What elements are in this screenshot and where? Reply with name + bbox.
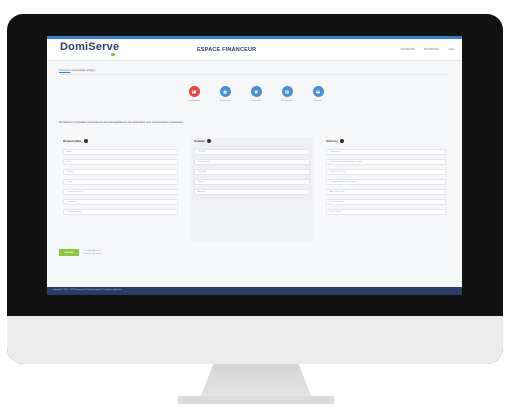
field-placeholder: Téléphone* — [67, 201, 77, 203]
order-steps: Coordonnées Bénéficiaire Commande Récapi… — [184, 86, 328, 102]
step-paiement[interactable]: Paiement — [308, 86, 328, 102]
panel-title-text: Société — [194, 139, 205, 143]
step-commande[interactable]: Commande — [246, 86, 266, 102]
field-placeholder: Numéro, voie et rue — [330, 171, 346, 173]
field-placeholder: Complément destinataire (Appt, escalier) — [330, 161, 363, 163]
breadcrumb-current: Commander en ligne — [72, 69, 95, 72]
mobile-field[interactable]: Téléphone mobile — [63, 209, 178, 215]
voie-field[interactable]: Numéro, voie et rue — [326, 169, 446, 175]
confirm-email-field[interactable]: Confirmation e-mail* — [63, 189, 178, 195]
step-label: Commande — [250, 100, 262, 102]
nav-aide[interactable]: AIDE — [448, 48, 454, 51]
step-beneficiaire[interactable]: Bénéficiaire — [215, 86, 235, 102]
form-legend: * Champs obligatoires Pas de frais de do… — [83, 250, 101, 255]
list-icon — [281, 86, 293, 97]
monitor-stand-base — [178, 396, 334, 404]
raison-sociale-field[interactable]: Raison sociale* — [194, 159, 310, 165]
prenom-field[interactable]: Prénom* — [63, 169, 178, 175]
field-placeholder: Code NAF — [198, 171, 207, 173]
site-footer: Copyright © 2017 - 2022 Domiserve | Ment… — [47, 287, 462, 295]
chevron-down-icon: ▾ — [198, 191, 200, 193]
divider — [59, 74, 450, 75]
code-naf-field[interactable]: Code NAF — [194, 169, 310, 175]
id-card-icon — [188, 86, 200, 97]
nav-inscription[interactable]: INSCRIPTION — [424, 48, 439, 51]
panel-responsable: Responsable Civilité* ▾ Nom* Prénom* E-ma… — [59, 137, 182, 242]
email-societe-field[interactable]: E-mail société — [326, 209, 446, 215]
monitor-chin — [7, 316, 503, 364]
field-list: Civilité* ▾ Nom* Prénom* E-mail* Confirma… — [63, 149, 178, 219]
field-placeholder: E-mail* — [67, 181, 73, 183]
complement-destinataire-field[interactable]: Complément destinataire (Appt, escalier) — [326, 159, 446, 165]
top-nav: CONNEXION INSCRIPTION AIDE — [401, 48, 455, 51]
screen: DomiServe ESPACE FINANCEUR CONNEXION INS… — [47, 36, 462, 295]
step-label: Récapitulatif — [281, 100, 293, 102]
panel-title: Société — [194, 139, 211, 143]
cart-icon — [250, 86, 262, 97]
card-icon — [312, 86, 324, 97]
monitor-stand-neck — [200, 364, 312, 398]
nom-field[interactable]: Nom* — [63, 159, 178, 165]
step-recapitulatif[interactable]: Récapitulatif — [277, 86, 297, 102]
destinataire-field[interactable]: Destinataire — [326, 149, 446, 155]
validate-button[interactable]: VALIDER — [59, 249, 79, 256]
field-placeholder: Effectif* — [198, 181, 205, 183]
step-coordonnees[interactable]: Coordonnées — [184, 86, 204, 102]
field-placeholder: E-mail société — [330, 211, 342, 213]
field-placeholder: Nom* — [67, 161, 72, 163]
info-icon[interactable] — [206, 139, 211, 143]
breadcrumb: Connexion / Commander en ligne — [59, 69, 95, 72]
panel-title-text: Adresse — [326, 139, 338, 143]
chevron-down-icon: ▾ — [67, 151, 69, 153]
field-placeholder: Téléphone mobile — [67, 211, 82, 213]
site-header: DomiServe ESPACE FINANCEUR CONNEXION INS… — [47, 39, 462, 61]
field-placeholder: Destinataire — [330, 151, 340, 153]
panel-title: Adresse — [326, 139, 344, 143]
field-placeholder: Téléphone société — [330, 201, 345, 203]
step-label: Paiement — [313, 100, 323, 102]
telephone-societe-field[interactable]: Téléphone société — [326, 199, 446, 205]
email-field[interactable]: E-mail* — [63, 179, 178, 185]
siret-field[interactable]: N° SIRET — [194, 149, 310, 155]
chevron-down-icon: ▾ — [330, 191, 332, 193]
form-panels: Responsable Civilité* ▾ Nom* Prénom* E-ma… — [59, 137, 450, 242]
panel-societe: Société N° SIRET Raison sociale* Code NA… — [190, 137, 314, 242]
telephone-field[interactable]: Téléphone* — [63, 199, 178, 205]
step-label: Coordonnées — [187, 100, 200, 102]
breadcrumb-link[interactable]: Connexion — [59, 69, 70, 72]
page-title: ESPACE FINANCEUR — [197, 47, 257, 53]
panel-title: Responsable — [63, 139, 88, 143]
legend-line: Pas de frais de dossier — [83, 252, 102, 255]
logo[interactable]: DomiServe — [60, 41, 119, 53]
field-list: Destinataire Complément destinataire (Ap… — [326, 149, 446, 219]
effectif-field[interactable]: Effectif* — [194, 179, 310, 185]
field-placeholder: Prénom* — [67, 171, 74, 173]
info-icon[interactable] — [339, 139, 344, 143]
intro-text: Remplissez le formulaire ci-dessous et n… — [59, 121, 184, 124]
civilite-select[interactable]: Civilité* ▾ — [63, 149, 178, 155]
field-list: N° SIRET Raison sociale* Code NAF Effect… — [194, 149, 310, 199]
step-label: Bénéficiaire — [219, 100, 231, 102]
field-placeholder: N° SIRET — [198, 151, 206, 153]
logo-accent-icon — [111, 53, 115, 56]
nav-connexion[interactable]: CONNEXION — [401, 48, 415, 51]
complement-adresse-field[interactable]: Complément adresse (BP, lieu-dit) — [326, 179, 446, 185]
panel-adresse: Adresse Destinataire Complément destinat… — [322, 137, 450, 242]
field-placeholder: Raison sociale* — [198, 161, 211, 163]
agrement-select[interactable]: Agrément* ▾ — [194, 189, 310, 195]
panel-title-text: Responsable — [63, 139, 82, 143]
field-placeholder: Confirmation e-mail* — [67, 191, 84, 193]
footer-text: Copyright © 2017 - 2022 Domiserve | Ment… — [53, 289, 122, 291]
code-postal-select[interactable]: Code Postal / Ville* ▾ — [326, 189, 446, 195]
field-placeholder: Complément adresse (BP, lieu-dit) — [330, 181, 358, 183]
users-icon — [219, 86, 231, 97]
info-icon[interactable] — [83, 139, 88, 143]
